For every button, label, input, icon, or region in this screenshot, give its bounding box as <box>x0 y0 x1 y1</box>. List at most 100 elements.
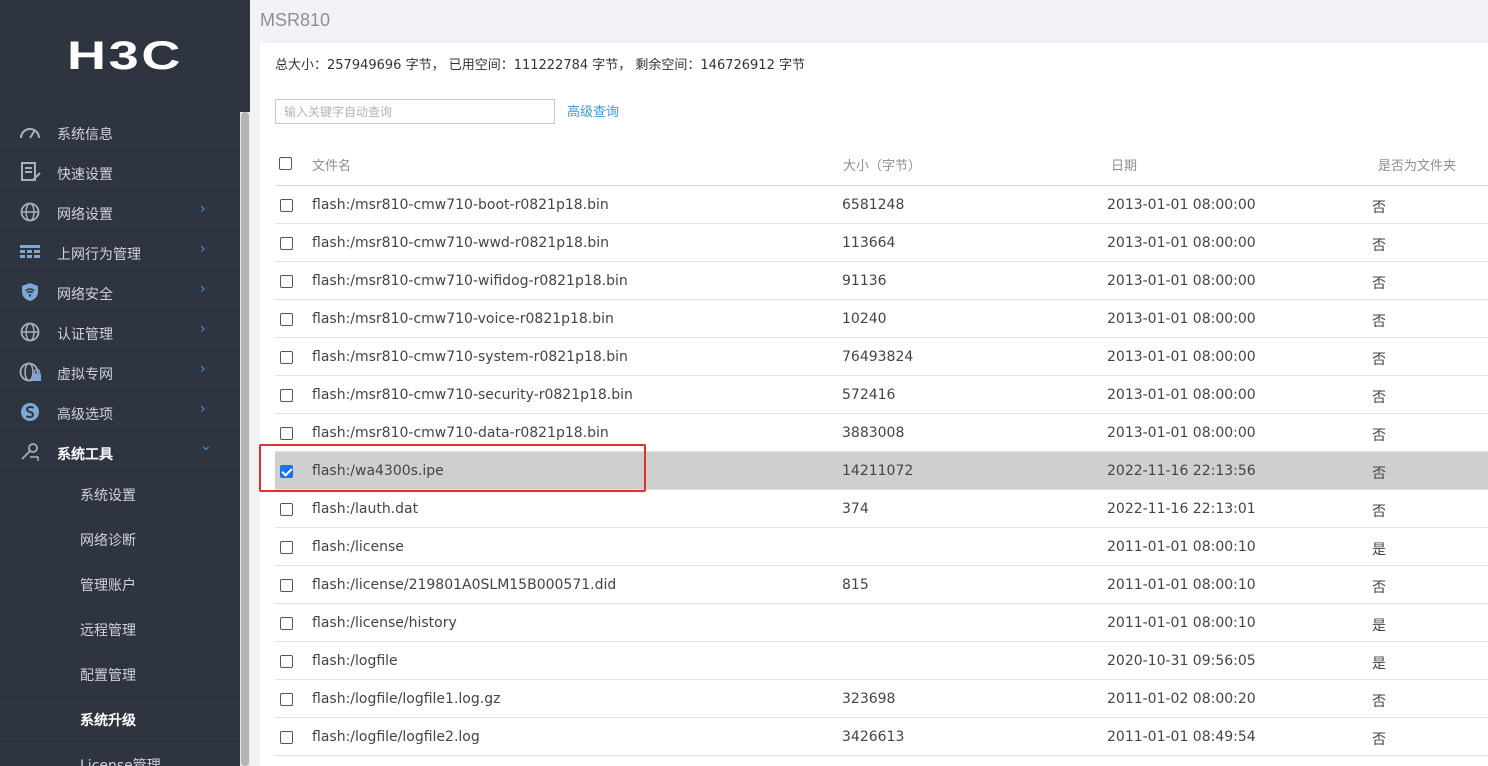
column-header-size[interactable]: 大小（字节） <box>843 155 921 174</box>
sidebar-item-quick-setup[interactable]: 快速设置 <box>0 152 240 192</box>
column-header-is-folder[interactable]: 是否为文件夹 <box>1378 155 1456 174</box>
sidebar-item-vpn[interactable]: 虚拟专网 › <box>0 352 240 392</box>
table-row[interactable]: flash:/msr810-cmw710-security-r0821p18.b… <box>275 376 1488 414</box>
document-edit-icon <box>21 162 41 181</box>
file-date: 2011-01-02 08:00:20 <box>1107 691 1256 707</box>
file-date: 2013-01-01 08:00:00 <box>1107 235 1256 251</box>
is-folder: 否 <box>1372 276 1386 292</box>
sidebar-item-network-settings[interactable]: 网络设置 › <box>0 192 240 232</box>
row-checkbox[interactable] <box>280 579 293 592</box>
file-size: 3426613 <box>842 729 905 745</box>
file-date: 2011-01-01 08:00:10 <box>1107 539 1256 555</box>
file-name: flash:/msr810-cmw710-data-r0821p18.bin <box>312 425 609 441</box>
select-all-checkbox[interactable] <box>279 157 292 170</box>
sidebar-scrollbar[interactable] <box>240 112 250 766</box>
table-row[interactable]: flash:/msr810-cmw710-data-r0821p18.bin 3… <box>275 414 1488 452</box>
table-row[interactable]: flash:/license 2011-01-01 08:00:10 是 <box>275 528 1488 566</box>
sidebar-item-label: 网络安全 <box>57 287 113 303</box>
sidebar-scrollbar-thumb[interactable] <box>241 112 249 766</box>
table-row[interactable]: flash:/logfile/logfile2.log 3426613 2011… <box>275 718 1488 756</box>
is-folder: 否 <box>1372 314 1386 330</box>
row-checkbox[interactable] <box>280 541 293 554</box>
sidebar-item-behavior-management[interactable]: 上网行为管理 › <box>0 232 240 272</box>
sidebar-item-label: 系统信息 <box>57 127 113 143</box>
sidebar-subitem-network-diagnosis[interactable]: 网络诊断 <box>0 517 240 562</box>
is-folder: 否 <box>1372 732 1386 748</box>
is-folder: 否 <box>1372 694 1386 710</box>
file-date: 2013-01-01 08:00:00 <box>1107 425 1256 441</box>
table-row[interactable]: flash:/lauth.dat 374 2022-11-16 22:13:01… <box>275 490 1488 528</box>
file-date: 2022-11-16 22:13:01 <box>1107 501 1256 517</box>
table-row[interactable]: flash:/license/219801A0SLM15B000571.did … <box>275 566 1488 604</box>
row-checkbox[interactable] <box>280 275 293 288</box>
table-row[interactable]: flash:/msr810-cmw710-boot-r0821p18.bin 6… <box>275 186 1488 224</box>
sidebar-subitem-remote-management[interactable]: 远程管理 <box>0 607 240 652</box>
row-checkbox-checked[interactable] <box>280 465 293 478</box>
sidebar-item-system-tools[interactable]: 系统工具 ⌄ <box>0 432 240 472</box>
tools-icon <box>21 443 39 461</box>
advanced-search-link[interactable]: 高级查询 <box>567 101 619 120</box>
storage-summary: 总大小：257949696 字节， 已用空间：111222784 字节， 剩余空… <box>275 58 805 73</box>
is-folder: 否 <box>1372 352 1386 368</box>
s-circle-icon <box>21 403 39 421</box>
content-panel: 总大小：257949696 字节， 已用空间：111222784 字节， 剩余空… <box>260 43 1488 766</box>
table-row[interactable]: flash:/msr810-cmw710-voice-r0821p18.bin … <box>275 300 1488 338</box>
row-checkbox[interactable] <box>280 693 293 706</box>
row-checkbox[interactable] <box>280 313 293 326</box>
file-name: flash:/msr810-cmw710-boot-r0821p18.bin <box>312 197 609 213</box>
column-header-date[interactable]: 日期 <box>1111 155 1137 174</box>
is-folder: 是 <box>1372 542 1386 558</box>
row-checkbox[interactable] <box>280 503 293 516</box>
is-folder: 否 <box>1372 466 1386 482</box>
sidebar-subitem-label: 远程管理 <box>80 623 136 639</box>
search-input[interactable] <box>275 99 555 124</box>
sidebar-item-advanced-options[interactable]: 高级选项 › <box>0 392 240 432</box>
sidebar-subitem-license-management[interactable]: License管理 <box>0 742 240 766</box>
is-folder: 否 <box>1372 580 1386 596</box>
globe-lock-icon <box>19 362 41 382</box>
row-checkbox[interactable] <box>280 655 293 668</box>
sidebar-subitem-system-settings[interactable]: 系统设置 <box>0 472 240 517</box>
sidebar-item-system-info[interactable]: 系统信息 <box>0 112 240 152</box>
sidebar-item-label: 上网行为管理 <box>57 247 141 263</box>
table-row[interactable]: flash:/msr810-cmw710-system-r0821p18.bin… <box>275 338 1488 376</box>
row-checkbox[interactable] <box>280 351 293 364</box>
file-name: flash:/wa4300s.ipe <box>312 463 444 479</box>
sidebar-subitem-admin-accounts[interactable]: 管理账户 <box>0 562 240 607</box>
table-row[interactable]: flash:/logfile 2020-10-31 09:56:05 是 <box>275 642 1488 680</box>
sidebar-item-auth-management[interactable]: 认证管理 › <box>0 312 240 352</box>
chevron-down-icon: ⌄ <box>200 438 212 454</box>
file-size: 572416 <box>842 387 896 403</box>
file-size: 91136 <box>842 273 887 289</box>
sidebar-item-label: 网络设置 <box>57 207 113 223</box>
row-checkbox[interactable] <box>280 617 293 630</box>
file-date: 2011-01-01 08:00:10 <box>1107 615 1256 631</box>
is-folder: 否 <box>1372 504 1386 520</box>
table-row-selected[interactable]: flash:/wa4300s.ipe 14211072 2022-11-16 2… <box>275 452 1488 490</box>
sidebar-subitem-config-management[interactable]: 配置管理 <box>0 652 240 697</box>
table-row[interactable]: flash:/logfile/logfile1.log.gz 323698 20… <box>275 680 1488 718</box>
sidebar-subitem-label: 配置管理 <box>80 668 136 684</box>
h3c-logo: H3C <box>0 0 250 112</box>
row-checkbox[interactable] <box>280 389 293 402</box>
file-date: 2020-10-31 09:56:05 <box>1107 653 1256 669</box>
row-checkbox[interactable] <box>280 199 293 212</box>
file-name: flash:/msr810-cmw710-security-r0821p18.b… <box>312 387 633 403</box>
sidebar-subitem-system-upgrade[interactable]: 系统升级 <box>0 697 240 742</box>
chevron-right-icon: › <box>200 201 206 217</box>
column-header-filename[interactable]: 文件名 <box>312 155 351 174</box>
row-checkbox[interactable] <box>280 427 293 440</box>
is-folder: 否 <box>1372 200 1386 216</box>
chevron-right-icon: › <box>200 361 206 377</box>
sidebar-subitem-label: 系统升级 <box>80 713 136 729</box>
file-name: flash:/logfile <box>312 653 398 669</box>
row-checkbox[interactable] <box>280 237 293 250</box>
file-name: flash:/license <box>312 539 404 555</box>
sidebar-item-network-security[interactable]: 网络安全 › <box>0 272 240 312</box>
table-row[interactable]: flash:/msr810-cmw710-wwd-r0821p18.bin 11… <box>275 224 1488 262</box>
main-area: MSR810 总大小：257949696 字节， 已用空间：111222784 … <box>250 0 1488 766</box>
table-row[interactable]: flash:/msr810-cmw710-wifidog-r0821p18.bi… <box>275 262 1488 300</box>
table-row[interactable]: flash:/license/history 2011-01-01 08:00:… <box>275 604 1488 642</box>
row-checkbox[interactable] <box>280 731 293 744</box>
file-size: 10240 <box>842 311 887 327</box>
